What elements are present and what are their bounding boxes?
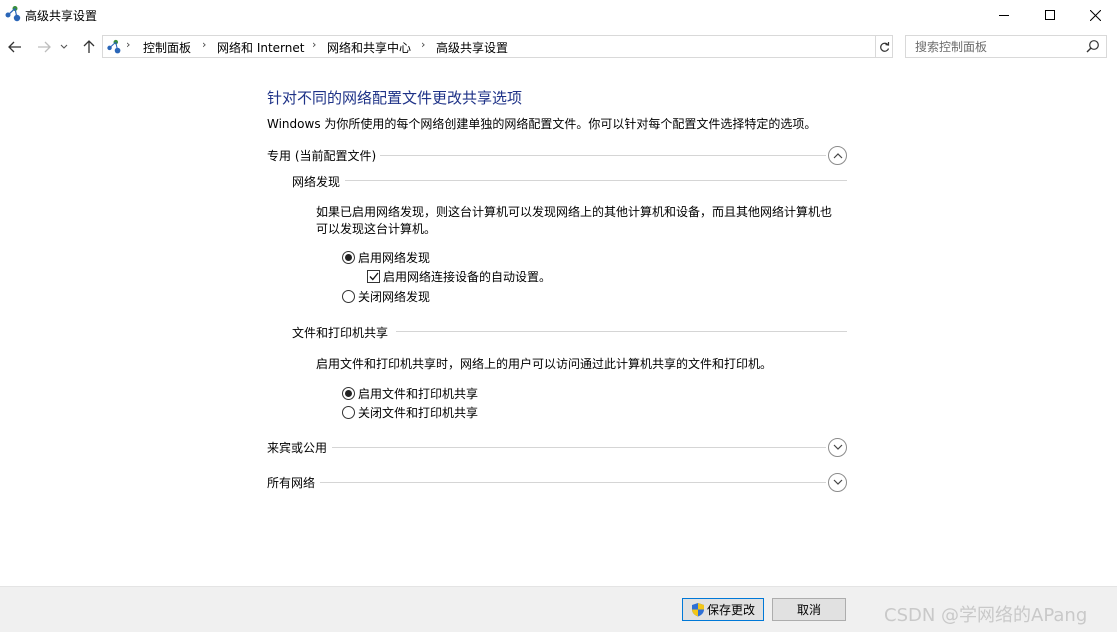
expand-guest-public-button[interactable]	[828, 438, 847, 457]
turn-off-network-discovery-label: 关闭网络发现	[358, 290, 431, 304]
network-discovery-description-line1: 如果已启用网络发现，则这台计算机可以发现网络上的其他计算机和设备，而且其他网络计…	[316, 205, 833, 219]
breadcrumb-network-sharing-center[interactable]: 网络和共享中心	[327, 39, 411, 56]
back-button[interactable]	[4, 36, 26, 58]
breadcrumb-separator-icon: ›	[312, 38, 317, 51]
search-icon[interactable]	[1086, 39, 1100, 56]
cancel-label: 取消	[796, 603, 821, 617]
network-discovery-description: 如果已启用网络发现，则这台计算机可以发现网络上的其他计算机和设备，而且其他网络计…	[316, 204, 846, 238]
section-private-label[interactable]: 专用 (当前配置文件)	[267, 147, 376, 164]
section-divider	[320, 482, 826, 483]
chevron-down-icon	[833, 479, 842, 485]
chevron-up-icon	[833, 153, 842, 159]
watermark: CSDN @学网络的APang	[884, 605, 1088, 626]
section-divider	[380, 155, 826, 156]
close-button[interactable]	[1072, 0, 1117, 30]
subsection-divider	[396, 331, 847, 332]
expand-all-networks-button[interactable]	[828, 473, 847, 492]
window-title: 高级共享设置	[25, 9, 98, 23]
up-button[interactable]	[78, 36, 100, 58]
network-discovery-description-line2: 可以发现这台计算机。	[316, 222, 437, 236]
auto-setup-checkbox[interactable]	[367, 270, 380, 283]
radio-button-selected[interactable]	[342, 387, 355, 400]
footer-bar: 保存更改 取消 CSDN @学网络的APang	[0, 586, 1117, 632]
maximize-button[interactable]	[1027, 0, 1073, 30]
turn-on-network-discovery-option[interactable]: 启用网络发现	[342, 249, 430, 266]
file-printer-sharing-description: 启用文件和打印机共享时，网络上的用户可以访问通过此计算机共享的文件和打印机。	[316, 357, 773, 371]
radio-button-unselected[interactable]	[342, 290, 355, 303]
refresh-icon	[879, 41, 889, 52]
address-bar[interactable]: › 控制面板 › 网络和 Internet › 网络和共享中心 › 高级共享设置	[102, 35, 971, 58]
checkmark-icon	[369, 272, 379, 281]
turn-on-file-sharing-option[interactable]: 启用文件和打印机共享	[342, 385, 478, 402]
turn-on-network-discovery-label: 启用网络发现	[358, 251, 431, 265]
network-sharing-icon	[4, 5, 22, 23]
minimize-button[interactable]	[981, 0, 1027, 30]
turn-on-file-sharing-label: 启用文件和打印机共享	[358, 387, 479, 401]
search-input[interactable]	[906, 36, 1084, 57]
breadcrumb-separator-icon: ›	[126, 38, 131, 51]
search-box[interactable]	[905, 35, 1107, 58]
subsection-divider	[345, 180, 847, 181]
network-discovery-title: 网络发现	[292, 175, 341, 189]
uac-shield-icon	[691, 603, 704, 617]
breadcrumb-control-panel[interactable]: 控制面板	[143, 39, 191, 56]
save-changes-button[interactable]: 保存更改	[682, 598, 764, 621]
radio-button-selected[interactable]	[342, 251, 355, 264]
forward-button[interactable]	[33, 36, 55, 58]
breadcrumb-network-internet[interactable]: 网络和 Internet	[217, 39, 304, 56]
breadcrumb-separator-icon: ›	[202, 38, 207, 51]
page-description: Windows 为你所使用的每个网络创建单独的网络配置文件。你可以针对每个配置文…	[267, 117, 817, 131]
breadcrumb-separator-icon: ›	[421, 38, 426, 51]
breadcrumb-advanced-sharing[interactable]: 高级共享设置	[436, 39, 508, 56]
auto-setup-label: 启用网络连接设备的自动设置。	[383, 270, 552, 284]
file-printer-sharing-title: 文件和打印机共享	[292, 326, 389, 340]
recent-locations-button[interactable]	[57, 36, 71, 58]
section-guest-public-label[interactable]: 来宾或公用	[267, 439, 327, 456]
page-title: 针对不同的网络配置文件更改共享选项	[267, 89, 523, 107]
cancel-button[interactable]: 取消	[772, 598, 846, 621]
refresh-button[interactable]	[876, 35, 893, 58]
title-bar: 高级共享设置	[0, 0, 1117, 30]
save-changes-label: 保存更改	[706, 603, 755, 617]
network-location-icon	[106, 39, 122, 55]
section-divider	[332, 447, 826, 448]
turn-off-file-sharing-label: 关闭文件和打印机共享	[358, 406, 479, 420]
turn-off-network-discovery-option[interactable]: 关闭网络发现	[342, 288, 430, 305]
radio-button-unselected[interactable]	[342, 406, 355, 419]
chevron-down-icon	[833, 444, 842, 450]
collapse-private-button[interactable]	[828, 146, 847, 165]
auto-setup-option[interactable]: 启用网络连接设备的自动设置。	[367, 268, 551, 285]
section-all-networks-label[interactable]: 所有网络	[267, 474, 315, 491]
turn-off-file-sharing-option[interactable]: 关闭文件和打印机共享	[342, 404, 478, 421]
